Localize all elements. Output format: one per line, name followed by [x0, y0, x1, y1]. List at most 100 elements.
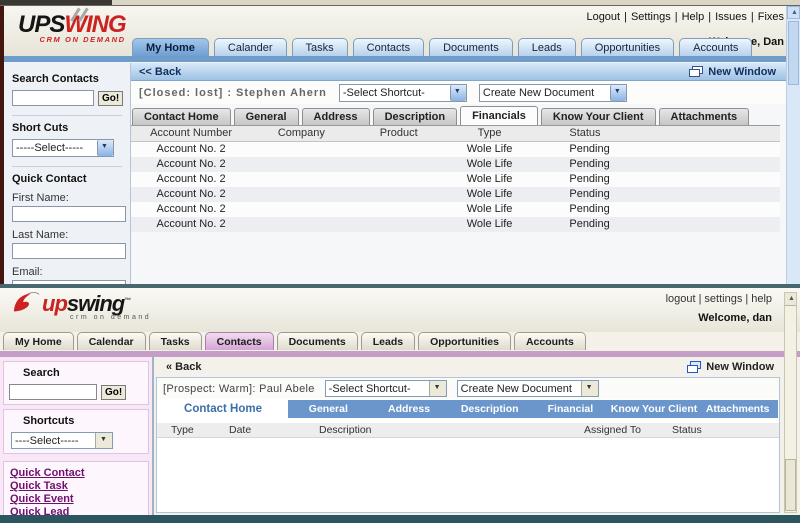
help-link[interactable]: Help	[682, 11, 705, 23]
financials-table-header: Account Number Company Product Type Stat…	[131, 126, 780, 142]
financials-table: Account Number Company Product Type Stat…	[131, 125, 780, 232]
chevron-down-icon[interactable]	[580, 381, 598, 396]
table-cell: Account No. 2	[156, 173, 226, 185]
subtab-contact-home[interactable]: Contact Home	[158, 400, 288, 418]
quick-task-link[interactable]: Quick Task	[10, 480, 142, 493]
tab-contacts[interactable]: Contacts	[204, 332, 274, 350]
tab-opportunities[interactable]: Opportunities	[580, 38, 675, 56]
screenshot-root: UPSWING CRM ON DEMAND Logout | Settings | He…	[0, 0, 800, 523]
scrollbar-thumb[interactable]	[788, 21, 799, 85]
issues-link[interactable]: Issues	[715, 11, 747, 23]
table-cell: Pending	[569, 218, 610, 230]
subtab-address[interactable]: Address	[369, 400, 450, 418]
select-shortcut-dropdown[interactable]: -Select Shortcut-	[338, 83, 467, 102]
new-window-control[interactable]: New Window	[687, 361, 774, 373]
subtab-contact-home[interactable]: Contact Home	[132, 108, 231, 125]
contact-subtabs: Contact Home General Address Description…	[132, 106, 786, 125]
back-link[interactable]: « Back	[166, 361, 201, 373]
chevron-down-icon[interactable]	[428, 381, 446, 396]
help-link[interactable]: help	[751, 293, 772, 305]
first-name-field[interactable]	[12, 206, 126, 222]
search-go-button[interactable]: Go!	[101, 384, 127, 400]
table-cell: Pending	[569, 173, 610, 185]
logout-link[interactable]: Logout	[586, 11, 620, 23]
table-row[interactable]: Account No. 2 Wole Life Pending	[131, 217, 780, 232]
subtab-general[interactable]: General	[288, 400, 369, 418]
table-row[interactable]: Account No. 2 Wole Life Pending	[131, 142, 780, 157]
last-name-field[interactable]	[12, 243, 126, 259]
tab-leads[interactable]: Leads	[360, 332, 416, 350]
table-cell: Pending	[569, 158, 610, 170]
back-row: « Back New Window	[156, 357, 780, 375]
table-cell: Account No. 2	[156, 203, 226, 215]
fixes-link[interactable]: Fixes	[758, 11, 784, 23]
tab-documents[interactable]: Documents	[276, 332, 358, 350]
select-shortcut-dropdown[interactable]: -Select Shortcut-	[324, 380, 447, 397]
create-new-document-dropdown[interactable]: Create New Document	[456, 380, 599, 397]
bottom-scrollbar[interactable]	[784, 292, 797, 513]
tab-contacts[interactable]: Contacts	[352, 38, 425, 56]
chevron-down-icon[interactable]	[95, 433, 112, 448]
back-link[interactable]: << Back	[139, 66, 181, 78]
table-row[interactable]: Account No. 2 Wole Life Pending	[131, 172, 780, 187]
scroll-up-arrow-icon[interactable]	[785, 293, 796, 306]
subtab-description[interactable]: Description	[449, 400, 530, 418]
shortcuts-select[interactable]: -----Select-----	[12, 139, 114, 157]
shortcuts-select-value: -----Select-----	[16, 142, 84, 154]
tab-tasks[interactable]: Tasks	[291, 38, 348, 56]
tab-tasks[interactable]: Tasks	[148, 332, 202, 350]
chevron-down-icon[interactable]	[97, 140, 113, 156]
blue-accent-bar	[0, 56, 800, 63]
subtab-know-your-client[interactable]: Know Your Client	[611, 400, 698, 418]
quick-event-link[interactable]: Quick Event	[10, 493, 142, 506]
subtab-attachments[interactable]: Attachments	[658, 108, 750, 125]
subtab-attachments[interactable]: Attachments	[697, 400, 778, 418]
link-separator: |	[698, 293, 702, 305]
email-label: Email:	[12, 266, 43, 278]
tab-accounts[interactable]: Accounts	[513, 332, 586, 350]
logout-link[interactable]: logout	[666, 293, 696, 305]
subtab-general[interactable]: General	[233, 108, 299, 125]
table-cell: Account No. 2	[156, 188, 226, 200]
chevron-down-icon[interactable]	[449, 84, 466, 101]
table-cell: Pending	[569, 203, 610, 215]
tab-leads[interactable]: Leads	[517, 38, 576, 56]
subtab-know-your-client[interactable]: Know Your Client	[540, 108, 656, 125]
chevron-down-icon[interactable]	[609, 84, 626, 101]
table-row[interactable]: Account No. 2 Wole Life Pending	[131, 202, 780, 217]
table-cell	[352, 217, 446, 232]
scroll-up-arrow-icon[interactable]	[787, 6, 800, 19]
settings-link[interactable]: Settings	[631, 11, 671, 23]
search-contacts-input[interactable]	[12, 90, 94, 106]
search-input[interactable]	[9, 384, 97, 400]
tab-calander[interactable]: Calander	[213, 38, 287, 56]
top-sidebar: Search Contacts Go! Short Cuts -----Sele…	[4, 63, 130, 284]
link-separator: |	[745, 293, 749, 305]
tab-calendar[interactable]: Calendar	[76, 332, 146, 350]
new-window-control[interactable]: New Window	[689, 66, 776, 78]
tab-documents[interactable]: Documents	[429, 38, 513, 56]
search-go-button[interactable]: Go!	[98, 90, 124, 106]
subtab-description[interactable]: Description	[372, 108, 458, 125]
table-cell	[251, 217, 352, 232]
subtab-address[interactable]: Address	[301, 108, 370, 125]
scrollbar-thumb[interactable]	[785, 459, 796, 511]
settings-link[interactable]: settings	[704, 293, 742, 305]
table-row[interactable]: Account No. 2 Wole Life Pending	[131, 187, 780, 202]
top-scrollbar[interactable]	[786, 6, 800, 284]
create-new-document-dropdown[interactable]: Create New Document	[478, 83, 627, 102]
column-header-description: Description	[319, 424, 372, 436]
subtab-financial[interactable]: Financial	[530, 400, 611, 418]
tab-accounts[interactable]: Accounts	[679, 38, 753, 56]
shortcuts-select[interactable]: ----Select-----	[11, 432, 113, 449]
record-title-row: [Closed: lost] : Stephen Ahern -Select S…	[131, 81, 786, 104]
bottom-sidebar: Search Go! Shortcuts ----Select----- Qui…	[0, 357, 154, 523]
tab-opportunities[interactable]: Opportunities	[418, 332, 511, 350]
tab-my-home[interactable]: My Home	[132, 38, 209, 56]
link-separator: |	[624, 11, 627, 23]
tab-my-home[interactable]: My Home	[3, 332, 74, 350]
subtab-financials[interactable]: Financials	[460, 106, 538, 125]
record-title-row: [Prospect: Warm]: Paul Abele -Select Sho…	[157, 378, 779, 399]
quick-contact-link[interactable]: Quick Contact	[10, 467, 142, 480]
table-row[interactable]: Account No. 2 Wole Life Pending	[131, 157, 780, 172]
